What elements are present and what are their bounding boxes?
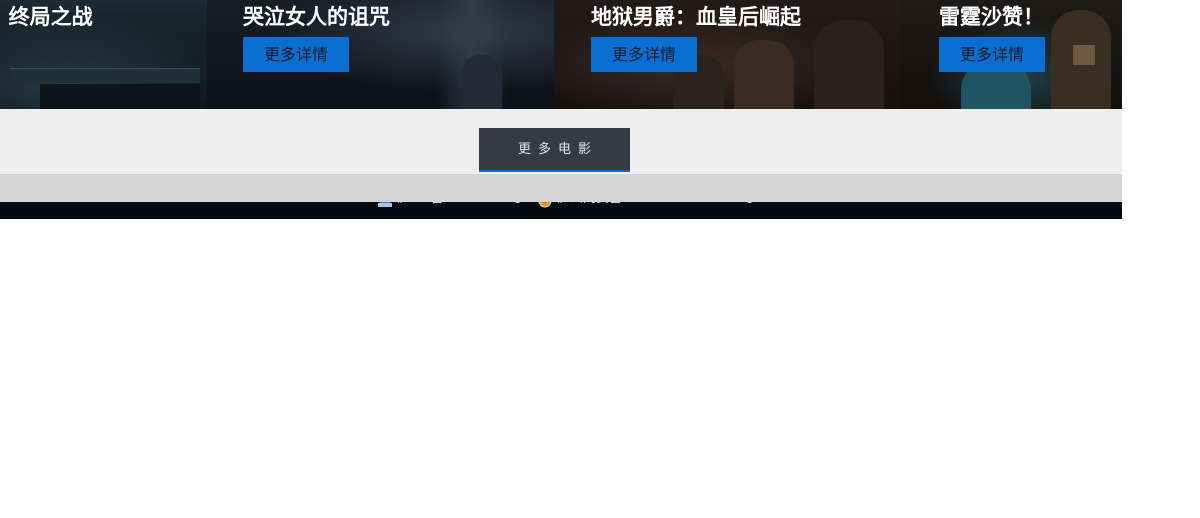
page: 复仇者联盟4：终局之战 哭泣女人的诅咒 更多详情 地狱男爵：血皇后崛起 更多详情… <box>0 0 1122 219</box>
footer-overlay-bar <box>0 174 1122 202</box>
poster-prop <box>1073 45 1095 65</box>
movie-card-avengers-endgame[interactable]: 复仇者联盟4：终局之战 <box>0 0 207 109</box>
more-movies-button[interactable]: 更多电影 <box>479 128 630 172</box>
movie-title: 地狱男爵：血皇后崛起 <box>591 5 801 29</box>
detail-button[interactable]: 更多详情 <box>939 37 1045 72</box>
footer: 沪ICP备12345678号 沪公网安备 31010102000001号 <box>0 174 1122 219</box>
detail-button[interactable]: 更多详情 <box>243 37 349 72</box>
movie-title: 复仇者联盟4：终局之战 <box>0 5 93 29</box>
poster-figure <box>734 40 794 109</box>
movie-card-hellboy[interactable]: 地狱男爵：血皇后崛起 更多详情 <box>554 0 901 109</box>
movie-title: 雷霆沙赞！ <box>939 5 1044 29</box>
poster-backdrop <box>40 84 200 109</box>
movie-strip: 复仇者联盟4：终局之战 哭泣女人的诅咒 更多详情 地狱男爵：血皇后崛起 更多详情… <box>0 0 1122 109</box>
movie-card-shazam[interactable]: 雷霆沙赞！ 更多详情 <box>901 0 1122 109</box>
more-movies-section: 更多电影 <box>0 109 1122 174</box>
poster-backdrop <box>10 68 200 83</box>
detail-button[interactable]: 更多详情 <box>591 37 697 72</box>
movie-card-la-llorona[interactable]: 哭泣女人的诅咒 更多详情 <box>207 0 554 109</box>
poster-figure <box>814 20 884 109</box>
poster-figure <box>462 55 502 109</box>
movie-title: 哭泣女人的诅咒 <box>243 5 390 29</box>
